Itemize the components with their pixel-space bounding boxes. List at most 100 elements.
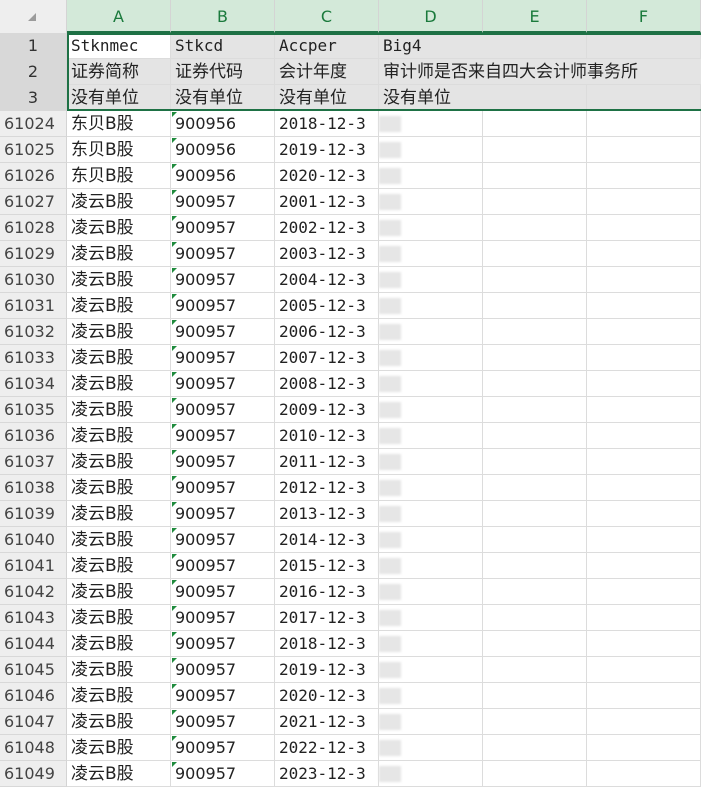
header-cell[interactable]: 审计师是否来自四大会计师事务所	[379, 59, 701, 85]
account-period-cell[interactable]: 2018-12-3	[275, 631, 379, 657]
empty-cell[interactable]	[483, 241, 587, 267]
row-header[interactable]: 1	[0, 33, 67, 59]
row-header[interactable]: 61048	[0, 735, 67, 761]
stock-code-cell[interactable]: 900956	[171, 163, 275, 189]
empty-cell[interactable]	[587, 631, 701, 657]
account-period-cell[interactable]: 2022-12-3	[275, 735, 379, 761]
stock-code-cell[interactable]: 900957	[171, 527, 275, 553]
account-period-cell[interactable]: 2017-12-3	[275, 605, 379, 631]
stock-code-cell[interactable]: 900957	[171, 423, 275, 449]
row-header[interactable]: 61039	[0, 501, 67, 527]
stock-code-cell[interactable]: 900957	[171, 189, 275, 215]
row-header[interactable]: 61038	[0, 475, 67, 501]
row-header[interactable]: 3	[0, 85, 67, 111]
account-period-cell[interactable]: 2018-12-3	[275, 111, 379, 137]
stock-name-cell[interactable]: 凌云B股	[67, 683, 171, 709]
account-period-cell[interactable]: 2008-12-3	[275, 371, 379, 397]
stock-name-cell[interactable]: 凌云B股	[67, 631, 171, 657]
header-cell[interactable]: Stkcd	[171, 33, 275, 59]
row-header[interactable]: 61044	[0, 631, 67, 657]
stock-code-cell[interactable]: 900957	[171, 449, 275, 475]
stock-name-cell[interactable]: 凌云B股	[67, 241, 171, 267]
empty-cell[interactable]	[483, 605, 587, 631]
account-period-cell[interactable]: 2006-12-3	[275, 319, 379, 345]
empty-cell[interactable]	[483, 709, 587, 735]
stock-code-cell[interactable]: 900957	[171, 579, 275, 605]
account-period-cell[interactable]: 2020-12-3	[275, 163, 379, 189]
empty-cell[interactable]	[587, 423, 701, 449]
empty-cell[interactable]	[483, 631, 587, 657]
empty-cell[interactable]	[587, 475, 701, 501]
select-all-button[interactable]	[0, 0, 67, 33]
empty-cell[interactable]	[483, 761, 587, 787]
stock-code-cell[interactable]: 900957	[171, 735, 275, 761]
row-header[interactable]: 61031	[0, 293, 67, 319]
row-header[interactable]: 61027	[0, 189, 67, 215]
empty-cell[interactable]	[483, 163, 587, 189]
stock-code-cell[interactable]: 900957	[171, 319, 275, 345]
empty-cell[interactable]	[483, 397, 587, 423]
empty-cell[interactable]	[587, 735, 701, 761]
stock-code-cell[interactable]: 900956	[171, 137, 275, 163]
row-header[interactable]: 61037	[0, 449, 67, 475]
empty-cell[interactable]	[587, 709, 701, 735]
row-header[interactable]: 61029	[0, 241, 67, 267]
empty-cell[interactable]	[483, 579, 587, 605]
empty-cell[interactable]	[587, 85, 701, 111]
empty-cell[interactable]	[587, 241, 701, 267]
stock-code-cell[interactable]: 900957	[171, 605, 275, 631]
empty-cell[interactable]	[587, 189, 701, 215]
empty-cell[interactable]	[483, 267, 587, 293]
stock-name-cell[interactable]: 凌云B股	[67, 215, 171, 241]
stock-name-cell[interactable]: 凌云B股	[67, 657, 171, 683]
account-period-cell[interactable]: 2007-12-3	[275, 345, 379, 371]
stock-code-cell[interactable]: 900957	[171, 475, 275, 501]
account-period-cell[interactable]: 2004-12-3	[275, 267, 379, 293]
stock-name-cell[interactable]: 凌云B股	[67, 501, 171, 527]
empty-cell[interactable]	[587, 345, 701, 371]
stock-name-cell[interactable]: 东贝B股	[67, 111, 171, 137]
stock-name-cell[interactable]: 凌云B股	[67, 735, 171, 761]
empty-cell[interactable]	[587, 397, 701, 423]
stock-code-cell[interactable]: 900957	[171, 657, 275, 683]
empty-cell[interactable]	[483, 137, 587, 163]
row-header[interactable]: 61045	[0, 657, 67, 683]
account-period-cell[interactable]: 2015-12-3	[275, 553, 379, 579]
empty-cell[interactable]	[483, 657, 587, 683]
row-header[interactable]: 61033	[0, 345, 67, 371]
row-header[interactable]: 2	[0, 59, 67, 85]
empty-cell[interactable]	[483, 527, 587, 553]
row-header[interactable]: 61034	[0, 371, 67, 397]
stock-code-cell[interactable]: 900957	[171, 501, 275, 527]
account-period-cell[interactable]: 2021-12-3	[275, 709, 379, 735]
stock-code-cell[interactable]: 900957	[171, 631, 275, 657]
header-cell[interactable]: 会计年度	[275, 59, 379, 85]
row-header[interactable]: 61024	[0, 111, 67, 137]
empty-cell[interactable]	[587, 579, 701, 605]
empty-cell[interactable]	[587, 553, 701, 579]
empty-cell[interactable]	[587, 657, 701, 683]
header-cell[interactable]: Accper	[275, 33, 379, 59]
empty-cell[interactable]	[483, 111, 587, 137]
account-period-cell[interactable]: 2005-12-3	[275, 293, 379, 319]
row-header[interactable]: 61046	[0, 683, 67, 709]
header-cell[interactable]: Stknmec	[67, 33, 171, 59]
empty-cell[interactable]	[483, 449, 587, 475]
empty-cell[interactable]	[587, 319, 701, 345]
stock-code-cell[interactable]: 900957	[171, 683, 275, 709]
stock-name-cell[interactable]: 东贝B股	[67, 137, 171, 163]
empty-cell[interactable]	[587, 137, 701, 163]
empty-cell[interactable]	[587, 501, 701, 527]
stock-name-cell[interactable]: 凌云B股	[67, 579, 171, 605]
row-header[interactable]: 61049	[0, 761, 67, 787]
stock-code-cell[interactable]: 900957	[171, 761, 275, 787]
column-header-e[interactable]: E	[483, 0, 587, 33]
stock-name-cell[interactable]: 凌云B股	[67, 761, 171, 787]
row-header[interactable]: 61025	[0, 137, 67, 163]
stock-name-cell[interactable]: 凌云B股	[67, 319, 171, 345]
empty-cell[interactable]	[483, 683, 587, 709]
stock-code-cell[interactable]: 900957	[171, 709, 275, 735]
row-header[interactable]: 61042	[0, 579, 67, 605]
row-header[interactable]: 61035	[0, 397, 67, 423]
empty-cell[interactable]	[483, 85, 587, 111]
